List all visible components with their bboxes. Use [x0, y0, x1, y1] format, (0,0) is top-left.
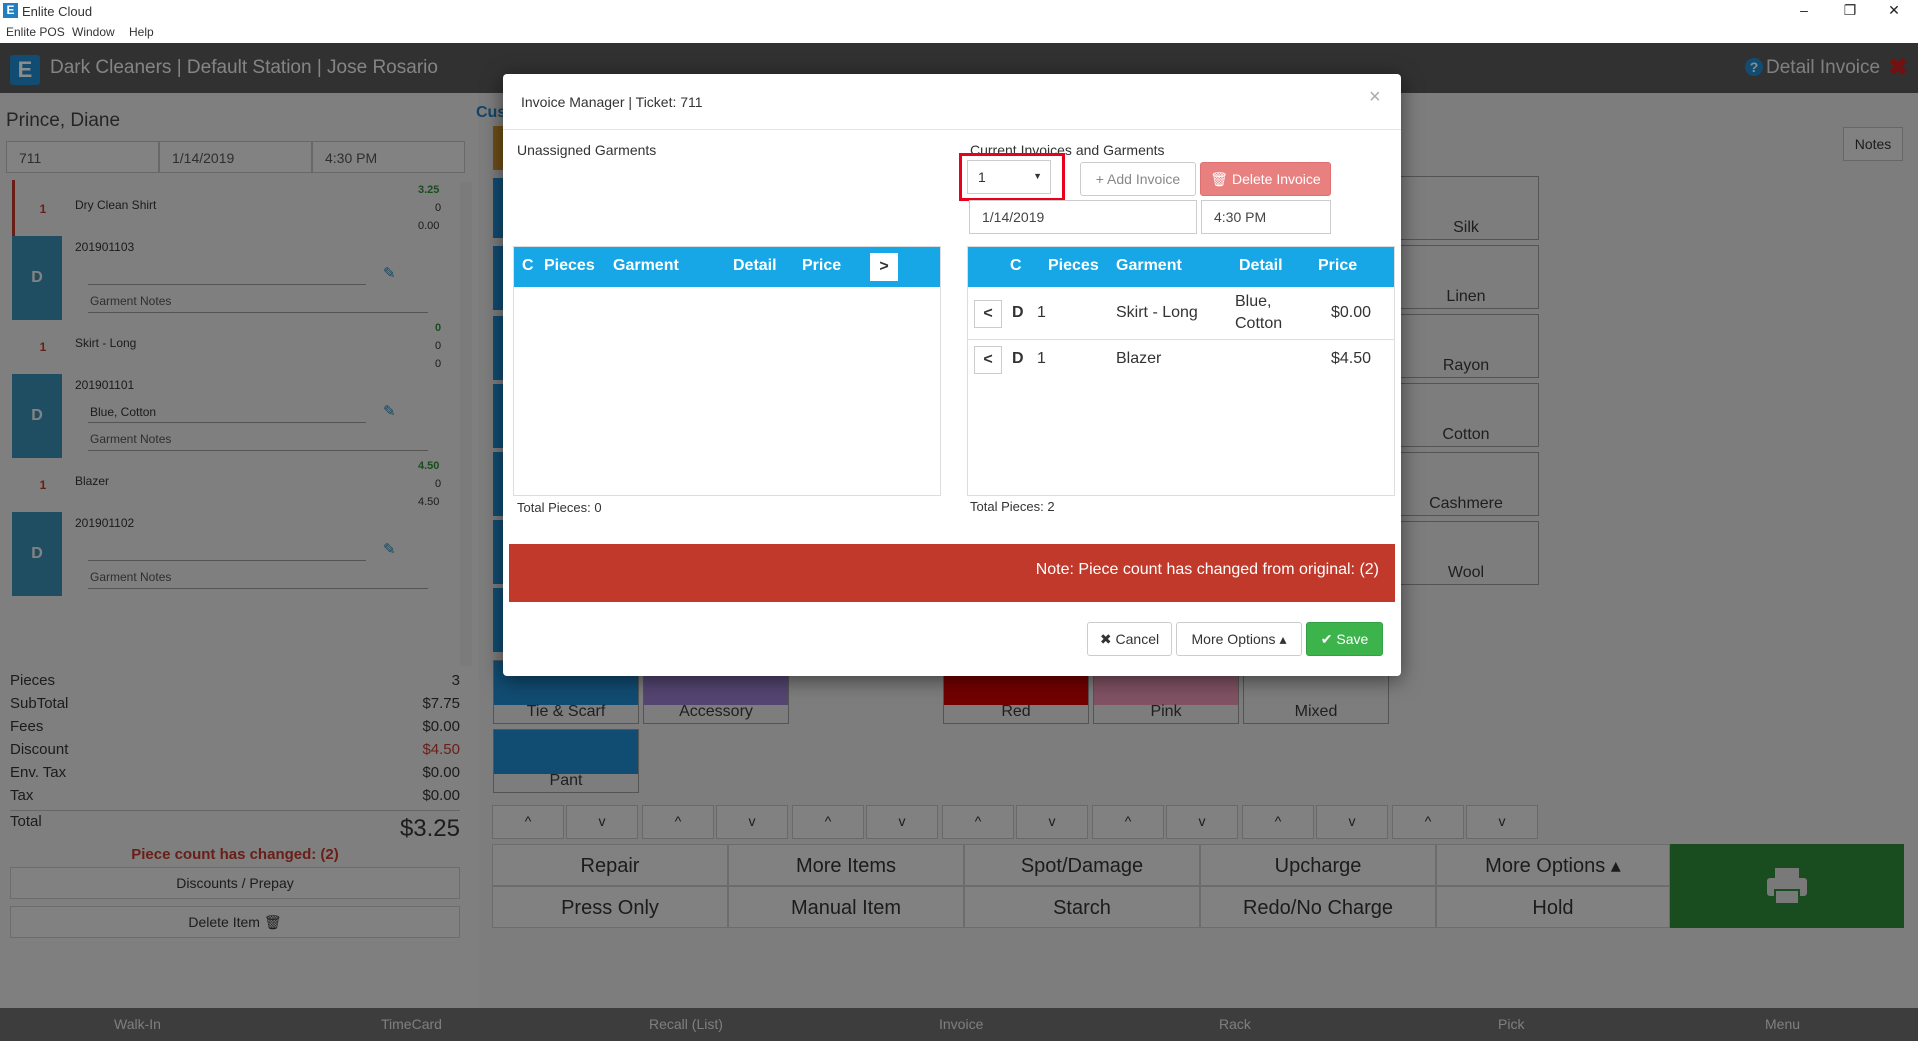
row-c: D: [1012, 304, 1024, 321]
cancel-button[interactable]: ✖ Cancel: [1087, 622, 1172, 656]
col-pieces: Pieces: [544, 257, 595, 274]
window-close-button[interactable]: ✕: [1872, 0, 1916, 22]
row-detail: Cotton: [1235, 315, 1283, 332]
unassigned-garments-label: Unassigned Garments: [517, 142, 657, 158]
menu-help[interactable]: Help: [129, 25, 154, 39]
row-garment: Skirt - Long: [1116, 304, 1198, 321]
more-options-dropdown[interactable]: More Options ▴: [1176, 622, 1302, 656]
left-total-pieces: Total Pieces: 0: [517, 500, 602, 515]
current-table-header: C Pieces Garment Detail Price: [968, 247, 1394, 287]
col-detail: Detail: [1239, 257, 1283, 274]
delete-invoice-button[interactable]: 🗑 Delete Invoice: [1200, 162, 1331, 196]
restore-button[interactable]: ❐: [1828, 0, 1872, 22]
add-invoice-button[interactable]: + Add Invoice: [1080, 162, 1196, 196]
menubar: Enlite POS Window Help: [0, 22, 1918, 43]
modal-title: Invoice Manager | Ticket: 711: [521, 94, 703, 110]
col-pieces: Pieces: [1048, 257, 1099, 274]
col-c: C: [1010, 257, 1022, 274]
col-detail: Detail: [733, 257, 777, 274]
piece-count-note: Note: Piece count has changed from origi…: [509, 544, 1395, 602]
row-price: $4.50: [1331, 350, 1372, 367]
move-back-button[interactable]: <: [974, 300, 1002, 328]
col-price: Price: [802, 257, 842, 274]
modal-close-icon[interactable]: ×: [1369, 86, 1381, 109]
window-title: Enlite Cloud: [22, 4, 93, 19]
menu-window[interactable]: Window: [72, 25, 115, 39]
window-titlebar: E Enlite Cloud – ❐ ✕: [0, 0, 1918, 22]
row-detail: Blue,: [1235, 293, 1272, 310]
move-back-button[interactable]: <: [974, 346, 1002, 374]
col-garment: Garment: [1116, 257, 1182, 274]
right-total-pieces: Total Pieces: 2: [970, 499, 1055, 514]
row-price: $0.00: [1331, 304, 1372, 321]
invoice-select[interactable]: 1 ▼: [967, 160, 1051, 194]
table-row[interactable]: < D 1 Skirt - Long Blue, Cotton $0.00: [968, 288, 1394, 340]
row-c: D: [1012, 350, 1024, 367]
menu-enlite-pos[interactable]: Enlite POS: [6, 25, 65, 39]
invoice-date-field[interactable]: 1/14/2019: [969, 200, 1197, 234]
minimize-button[interactable]: –: [1782, 0, 1826, 22]
caret-down-icon: ▼: [1033, 171, 1042, 181]
row-garment: Blazer: [1116, 350, 1162, 367]
table-row[interactable]: < D 1 Blazer $4.50: [968, 340, 1394, 380]
col-c: C: [522, 257, 534, 274]
invoice-time-field[interactable]: 4:30 PM: [1201, 200, 1331, 234]
row-pieces: 1: [1037, 350, 1046, 367]
divider: [503, 129, 1401, 130]
row-pieces: 1: [1037, 304, 1046, 321]
move-to-invoice-button[interactable]: >: [870, 253, 898, 281]
save-button[interactable]: ✔ Save: [1306, 622, 1383, 656]
unassigned-table-header: C Pieces Garment Detail Price >: [514, 247, 940, 287]
app-logo-icon: E: [3, 3, 18, 18]
col-price: Price: [1318, 257, 1358, 274]
invoice-manager-modal: Invoice Manager | Ticket: 711 × Unassign…: [503, 74, 1401, 676]
col-garment: Garment: [613, 257, 679, 274]
